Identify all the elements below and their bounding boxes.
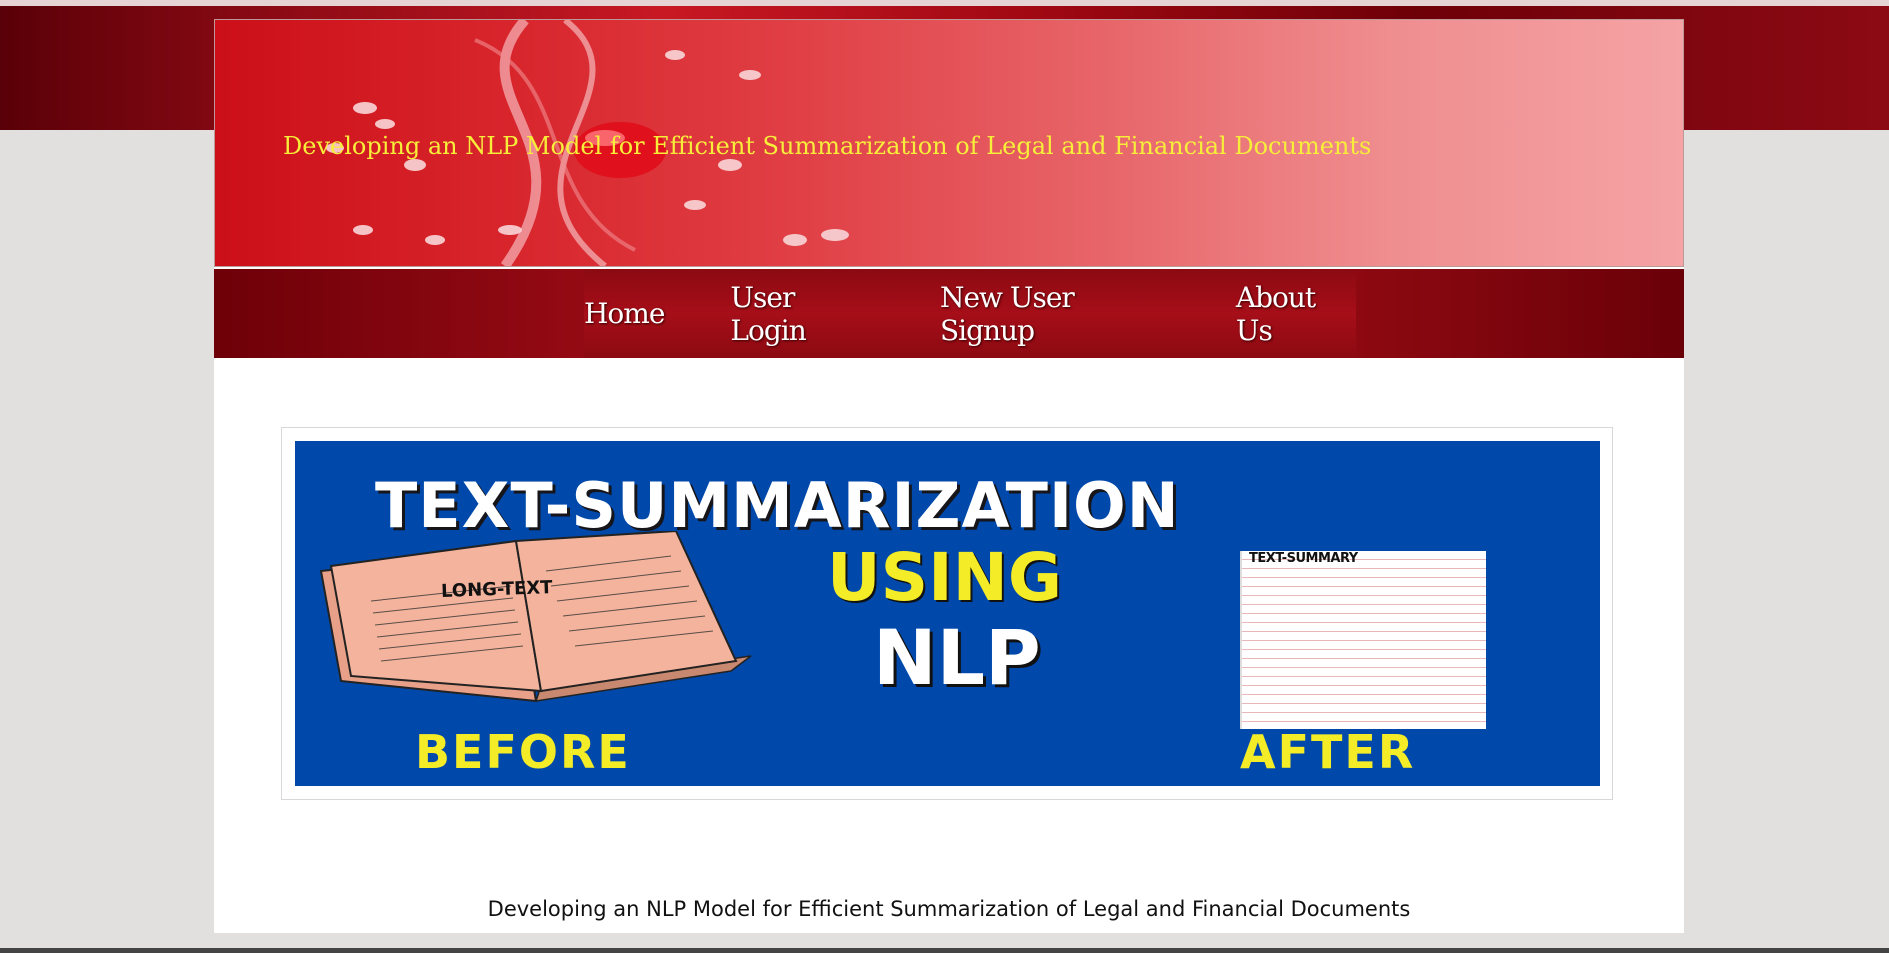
- hero-after-text: AFTER: [1240, 725, 1416, 779]
- nav-user-login-link[interactable]: User Login: [730, 281, 874, 347]
- footer-caption: Developing an NLP Model for Efficient Su…: [487, 897, 1411, 921]
- hero-before-text: BEFORE: [415, 725, 631, 779]
- book-label: LONG-TEXT: [440, 577, 553, 602]
- nav-about-us-link[interactable]: About Us: [1236, 281, 1356, 347]
- nav-home-link[interactable]: Home: [584, 297, 665, 330]
- page-container: Developing an NLP Model for Efficient Su…: [214, 19, 1684, 933]
- paper-label: TEXT-SUMMARY: [1249, 551, 1358, 566]
- hero-nlp-text: NLP: [873, 613, 1041, 702]
- main-nav: Home User Login New User Signup About Us: [214, 269, 1684, 358]
- nav-menu: Home User Login New User Signup About Us: [584, 269, 1356, 358]
- hero-image: TEXT-SUMMARIZATION USING NLP LONG-TEXT T…: [295, 441, 1600, 786]
- header-banner: Developing an NLP Model for Efficient Su…: [214, 19, 1684, 267]
- hero-using-text: USING: [827, 539, 1063, 616]
- summary-paper-icon: [1240, 551, 1486, 729]
- open-book-icon: [319, 531, 752, 703]
- bottom-edge-bar: [0, 948, 1889, 953]
- nav-new-user-signup-link[interactable]: New User Signup: [940, 281, 1170, 347]
- site-title: Developing an NLP Model for Efficient Su…: [283, 132, 1372, 160]
